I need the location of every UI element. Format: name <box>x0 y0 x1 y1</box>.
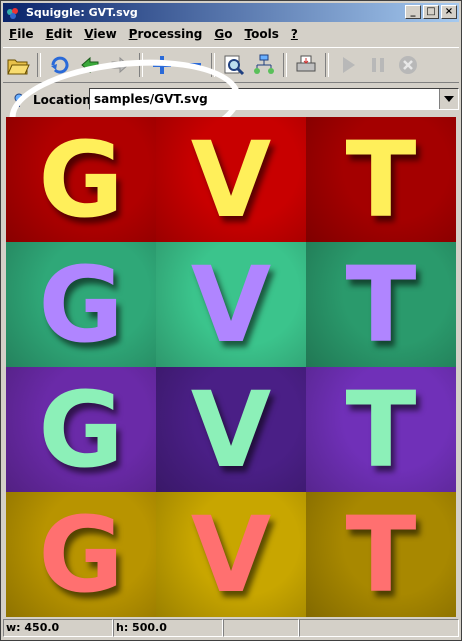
canvas-cell: V <box>156 117 306 242</box>
stop-icon[interactable] <box>395 52 421 78</box>
canvas-cell: V <box>156 367 306 492</box>
zoom-out-icon[interactable] <box>179 52 205 78</box>
menu-file[interactable]: File <box>3 27 40 41</box>
canvas-cell: T <box>306 242 456 367</box>
status-field <box>223 619 299 637</box>
chevron-down-icon <box>444 96 454 102</box>
pause-icon[interactable] <box>365 52 391 78</box>
canvas-letter: V <box>190 493 272 616</box>
canvas-cell: G <box>6 367 156 492</box>
location-combo[interactable] <box>89 88 459 110</box>
play-icon[interactable] <box>335 52 361 78</box>
canvas-cell: T <box>306 117 456 242</box>
toolbar-separator <box>139 53 143 77</box>
canvas-cell: G <box>6 117 156 242</box>
window-title: Squiggle: GVT.svg <box>26 6 138 19</box>
menu-edit[interactable]: Edit <box>40 27 79 41</box>
location-bar: Location: <box>3 85 459 115</box>
canvas-letter: V <box>190 118 272 241</box>
location-input[interactable] <box>92 90 436 108</box>
menu-bar: File Edit View Processing Go Tools ? <box>3 24 459 44</box>
canvas-letter: T <box>345 118 417 241</box>
app-window: Squiggle: GVT.svg _ □ × File Edit View P… <box>0 0 462 641</box>
canvas-letter: V <box>190 243 272 366</box>
open-folder-icon[interactable] <box>5 52 31 78</box>
toolbar <box>3 47 459 83</box>
reload-icon[interactable] <box>47 52 73 78</box>
canvas-letter: G <box>38 243 124 366</box>
status-bar: w: 450.0 h: 500.0 <box>3 619 459 639</box>
squiggle-app-icon <box>6 6 20 20</box>
zoom-in-icon[interactable] <box>149 52 175 78</box>
status-height: h: 500.0 <box>113 619 223 637</box>
magnifier-icon[interactable] <box>221 52 247 78</box>
canvas-letter: G <box>38 118 124 241</box>
location-pin-icon <box>11 92 27 108</box>
canvas-letter: T <box>345 368 417 491</box>
canvas-letter: G <box>38 368 124 491</box>
canvas-cell: G <box>6 492 156 617</box>
maximize-button[interactable]: □ <box>423 5 439 19</box>
canvas-cell: T <box>306 492 456 617</box>
canvas-letter: G <box>38 493 124 616</box>
location-dropdown-button[interactable] <box>439 89 458 109</box>
minimize-button[interactable]: _ <box>405 5 421 19</box>
forward-icon[interactable] <box>107 52 133 78</box>
back-icon[interactable] <box>77 52 103 78</box>
canvas-cell: T <box>306 367 456 492</box>
canvas-letter: V <box>190 368 272 491</box>
menu-go[interactable]: Go <box>208 27 238 41</box>
canvas-letter: T <box>345 243 417 366</box>
menu-view[interactable]: View <box>78 27 122 41</box>
menu-tools[interactable]: Tools <box>239 27 285 41</box>
toolbar-separator <box>211 53 215 77</box>
dom-tree-icon[interactable] <box>251 52 277 78</box>
canvas-cell: V <box>156 242 306 367</box>
canvas-cell: G <box>6 242 156 367</box>
menu-processing[interactable]: Processing <box>123 27 209 41</box>
canvas-cell: V <box>156 492 306 617</box>
close-button[interactable]: × <box>441 5 457 19</box>
svg-canvas[interactable]: GVTGVTGVTGVT <box>6 117 456 617</box>
location-label: Location: <box>33 93 96 107</box>
toolbar-separator <box>283 53 287 77</box>
canvas-letter: T <box>345 493 417 616</box>
status-width: w: 450.0 <box>3 619 113 637</box>
print-icon[interactable] <box>293 52 319 78</box>
title-bar[interactable]: Squiggle: GVT.svg _ □ × <box>3 3 459 22</box>
toolbar-separator <box>37 53 41 77</box>
toolbar-separator <box>325 53 329 77</box>
status-message <box>299 619 459 637</box>
menu-help[interactable]: ? <box>285 27 304 41</box>
